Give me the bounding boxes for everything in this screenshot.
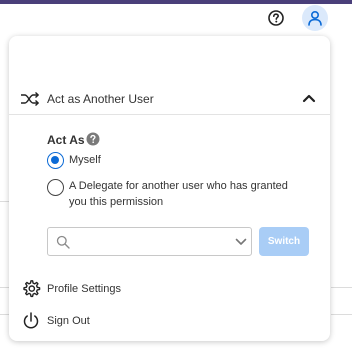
user-menu-button[interactable] <box>302 5 328 31</box>
act-as-label: Act As <box>47 133 85 147</box>
background-divider <box>331 314 352 315</box>
user-menu-panel: Act as Another User Act As Myself A Dele… <box>9 36 330 341</box>
act-as-section-header[interactable]: Act as Another User <box>9 86 330 112</box>
radio-delegate-label-line1: A Delegate for another user who has gran… <box>69 180 288 192</box>
menu-item-sign-out[interactable]: Sign Out <box>9 308 330 334</box>
help-button[interactable] <box>266 8 286 28</box>
top-header-band <box>0 0 352 4</box>
radio-delegate[interactable] <box>47 179 64 196</box>
search-icon <box>56 235 70 249</box>
shuffle-icon <box>21 91 39 107</box>
sign-out-label: Sign Out <box>47 315 90 327</box>
section-divider <box>9 114 330 115</box>
radio-delegate-label-line2: you this permission <box>69 196 164 208</box>
help-circle-icon[interactable] <box>86 132 100 146</box>
switch-button[interactable]: Switch <box>259 227 309 256</box>
menu-item-profile-settings[interactable]: Profile Settings <box>9 276 330 302</box>
chevron-down-icon[interactable] <box>235 238 247 246</box>
delegate-search-select[interactable] <box>47 227 252 256</box>
help-circle-icon <box>268 10 284 26</box>
chevron-up-icon[interactable] <box>302 93 316 103</box>
profile-settings-label: Profile Settings <box>47 283 121 295</box>
power-icon <box>23 312 39 329</box>
section-title: Act as Another User <box>47 92 154 106</box>
background-divider <box>331 287 352 288</box>
delegate-search-input[interactable] <box>76 232 216 252</box>
gear-icon <box>23 280 41 298</box>
user-icon <box>308 10 322 26</box>
radio-myself-label: Myself <box>69 154 101 166</box>
radio-myself[interactable] <box>47 152 64 169</box>
